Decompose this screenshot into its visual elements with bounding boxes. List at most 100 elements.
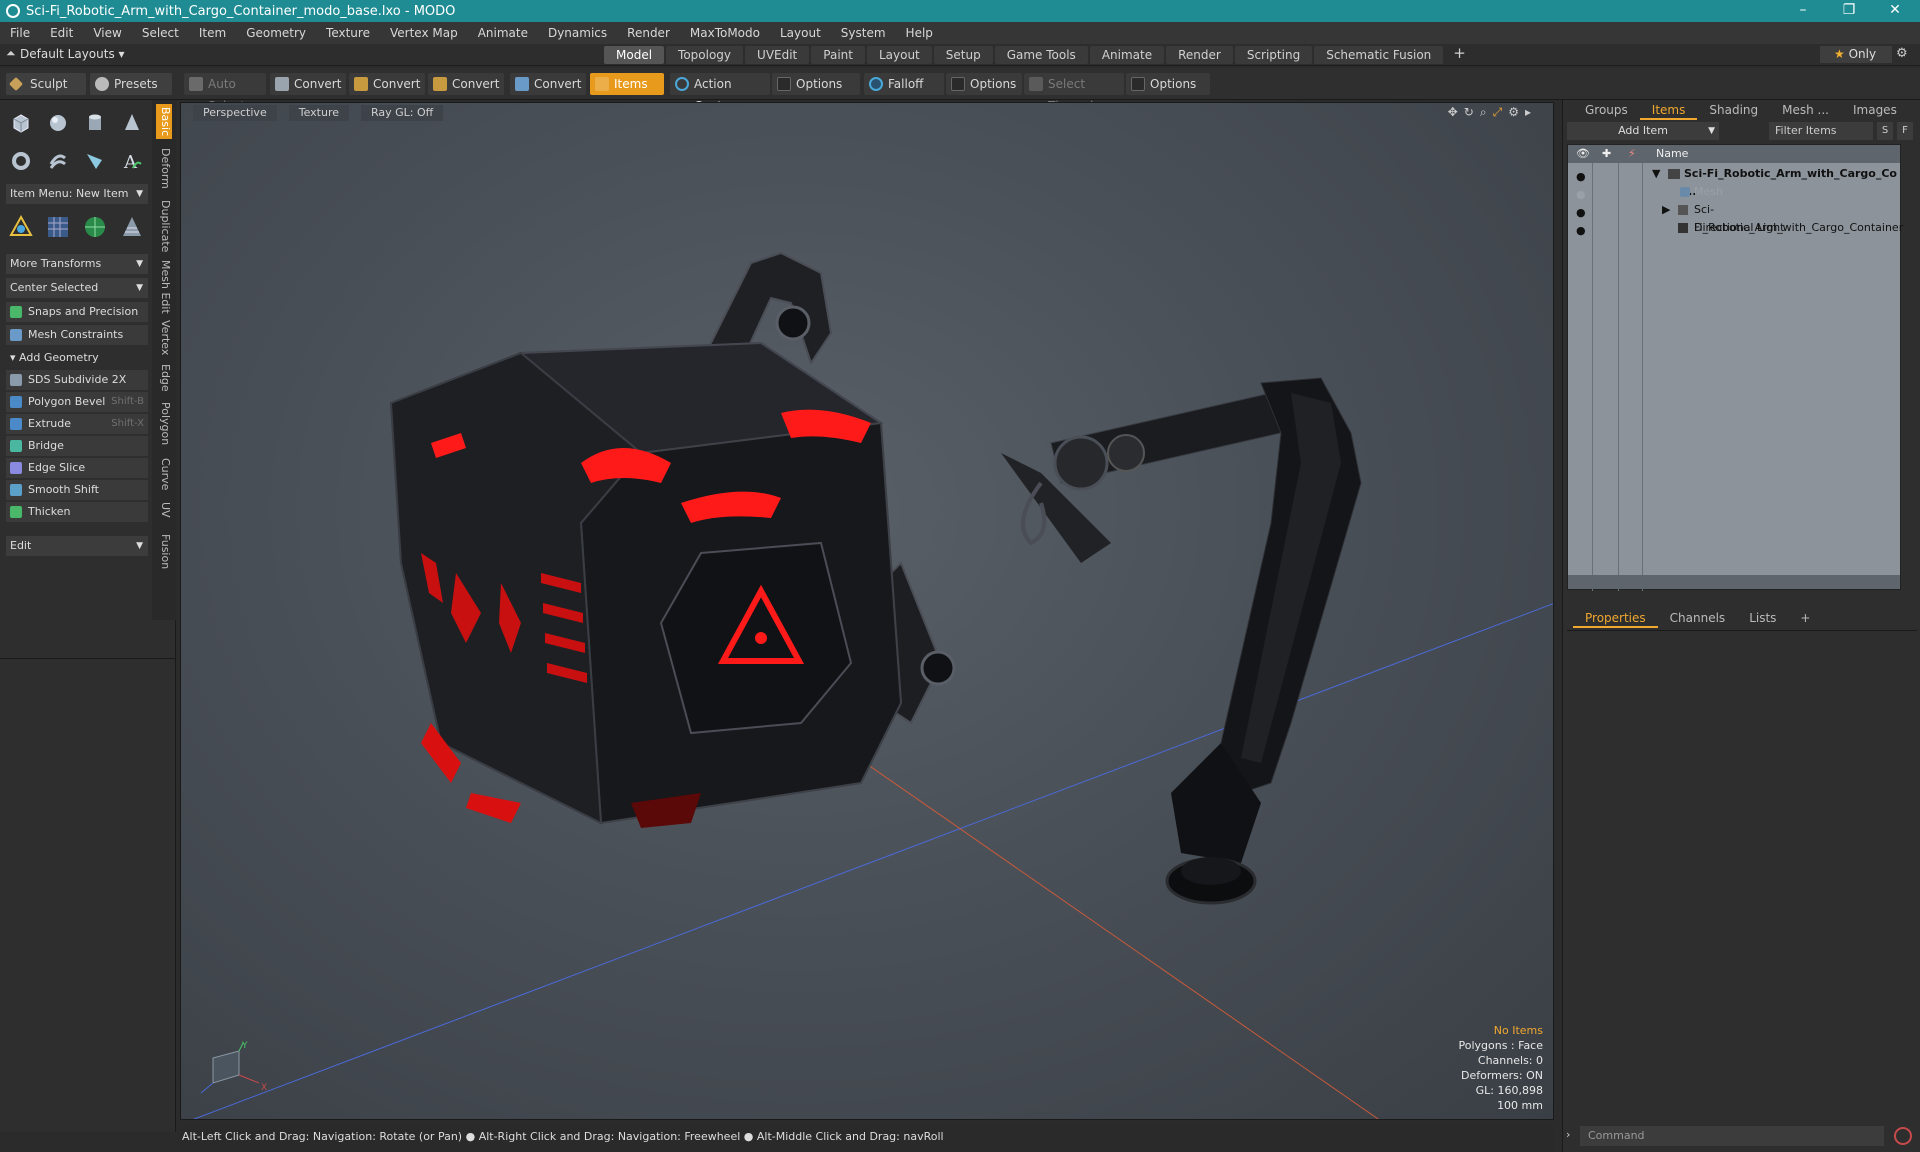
add-tab-button[interactable]: + xyxy=(1788,608,1822,628)
vtab-basic[interactable]: Basic xyxy=(156,104,172,140)
sphere-tool-icon[interactable] xyxy=(43,108,73,138)
sculpt-button[interactable]: Sculpt xyxy=(6,73,86,95)
presets-button[interactable]: Presets F6 xyxy=(90,73,172,113)
expand-arrow-icon[interactable]: ▼ xyxy=(1652,165,1660,183)
vtab-curve[interactable]: Curve xyxy=(156,458,172,490)
add-tab-button[interactable]: + xyxy=(1445,46,1474,64)
vtab-edge[interactable]: Edge xyxy=(156,364,172,392)
add-geometry-header[interactable]: ▾ Add Geometry xyxy=(6,348,148,368)
record-icon[interactable] xyxy=(1894,1127,1912,1145)
edit-dropdown[interactable]: Edit ▼ xyxy=(6,536,148,556)
globe-tool-icon[interactable] xyxy=(80,212,110,242)
expand-arrow-icon[interactable]: ▶ xyxy=(1662,201,1670,219)
tab-model[interactable]: Model xyxy=(604,46,665,64)
tab-setup[interactable]: Setup xyxy=(933,46,993,64)
tab-animate[interactable]: Animate xyxy=(1089,46,1165,64)
tab-scripting[interactable]: Scripting xyxy=(1234,46,1313,64)
menu-animate[interactable]: Animate xyxy=(468,26,538,40)
minimize-button[interactable]: – xyxy=(1780,0,1826,22)
snaps-precision-button[interactable]: Snaps and Precision xyxy=(6,302,148,322)
locator-tool-icon[interactable] xyxy=(6,212,36,242)
vtab-polygon[interactable]: Polygon xyxy=(156,402,172,445)
tab-game-tools[interactable]: Game Tools xyxy=(994,46,1088,64)
layout-collapse-icon[interactable]: ⏶ xyxy=(6,46,16,61)
command-input[interactable]: Command xyxy=(1580,1126,1884,1146)
menu-layout[interactable]: Layout xyxy=(770,26,831,40)
center-selected-dropdown[interactable]: Center Selected ▼ xyxy=(6,278,148,298)
default-layouts-dropdown[interactable]: Default Layouts ▾ xyxy=(20,47,125,61)
menu-vertex-map[interactable]: Vertex Map xyxy=(380,26,468,40)
bridge-button[interactable]: Bridge xyxy=(6,436,148,456)
action-center-button[interactable]: Action Center xyxy=(670,73,770,113)
text-tool-icon[interactable]: A xyxy=(117,146,147,176)
menu-edit[interactable]: Edit xyxy=(40,26,83,40)
close-button[interactable]: ✕ xyxy=(1872,0,1918,22)
auto-select-button[interactable]: Auto Select xyxy=(184,73,266,113)
tab-channels[interactable]: Channels xyxy=(1658,608,1738,628)
tab-items[interactable]: Items xyxy=(1639,100,1698,120)
cylinder-tool-icon[interactable] xyxy=(80,108,110,138)
convert-polygons-button[interactable]: Convert xyxy=(428,73,504,95)
horizontal-scrollbar[interactable] xyxy=(1568,575,1900,589)
tab-mesh[interactable]: Mesh ... xyxy=(1770,100,1841,120)
eye-icon[interactable]: ● xyxy=(1576,186,1588,201)
tab-lists[interactable]: Lists xyxy=(1737,608,1788,628)
menu-view[interactable]: View xyxy=(83,26,131,40)
item-row-scene[interactable]: ● ▼ Sci-Fi_Robotic_Arm_with_Cargo_Co ... xyxy=(1568,165,1900,198)
vtab-duplicate[interactable]: Duplicate xyxy=(156,200,172,252)
add-item-dropdown[interactable]: Add Item ▼ xyxy=(1567,122,1719,140)
tab-groups[interactable]: Groups xyxy=(1573,100,1640,120)
maximize-button[interactable]: ❐ xyxy=(1826,0,1872,22)
item-row-mesh[interactable]: ● Mesh xyxy=(1568,183,1900,201)
tab-shading[interactable]: Shading xyxy=(1697,100,1770,120)
grid-tool-icon[interactable] xyxy=(43,212,73,242)
eye-icon[interactable]: ● xyxy=(1576,222,1588,237)
convert-items-button[interactable]: Convert xyxy=(510,73,586,95)
menu-system[interactable]: System xyxy=(831,26,896,40)
vtab-deform[interactable]: Deform xyxy=(156,148,172,189)
filter-f-button[interactable]: F xyxy=(1897,122,1913,140)
menu-help[interactable]: Help xyxy=(896,26,943,40)
eye-icon[interactable]: ● xyxy=(1576,204,1588,219)
light-tool-icon[interactable] xyxy=(117,212,147,242)
vtab-vertex[interactable]: Vertex xyxy=(156,320,172,355)
tab-render[interactable]: Render xyxy=(1166,46,1233,64)
menu-dynamics[interactable]: Dynamics xyxy=(538,26,617,40)
eye-icon[interactable]: ● xyxy=(1576,168,1588,183)
select-through-button[interactable]: Select Through xyxy=(1024,73,1124,113)
item-menu-dropdown[interactable]: Item Menu: New Item ▼ xyxy=(6,184,148,204)
menu-select[interactable]: Select xyxy=(132,26,189,40)
menu-geometry[interactable]: Geometry xyxy=(236,26,316,40)
vtab-uv[interactable]: UV xyxy=(156,502,172,518)
tab-schematic-fusion[interactable]: Schematic Fusion xyxy=(1314,46,1444,64)
falloff-button[interactable]: Falloff xyxy=(864,73,944,95)
falloff-options-button[interactable]: Options xyxy=(946,73,1022,95)
tab-images[interactable]: Images xyxy=(1841,100,1909,120)
smooth-shift-button[interactable]: Smooth Shift xyxy=(6,480,148,500)
thicken-button[interactable]: Thicken xyxy=(6,502,148,522)
tab-paint[interactable]: Paint xyxy=(811,46,865,64)
extrude-button[interactable]: Extrude Shift-X xyxy=(6,414,148,434)
tab-topology[interactable]: Topology xyxy=(666,46,744,64)
pen-tool-icon[interactable] xyxy=(80,146,110,176)
cone-tool-icon[interactable] xyxy=(117,108,147,138)
torus-tool-icon[interactable] xyxy=(6,146,36,176)
menu-item[interactable]: Item xyxy=(189,26,236,40)
command-expand-icon[interactable]: › xyxy=(1566,1128,1570,1141)
tab-layout[interactable]: Layout xyxy=(866,46,932,64)
mesh-constraints-button[interactable]: Mesh Constraints xyxy=(6,325,148,345)
polygon-bevel-button[interactable]: Polygon Bevel Shift-B xyxy=(6,392,148,412)
menu-texture[interactable]: Texture xyxy=(316,26,380,40)
more-transforms-dropdown[interactable]: More Transforms ▼ xyxy=(6,254,148,274)
action-center-options-button[interactable]: Options xyxy=(772,73,860,95)
edge-slice-button[interactable]: Edge Slice xyxy=(6,458,148,478)
tab-properties[interactable]: Properties xyxy=(1573,608,1658,628)
items-mode-button[interactable]: Items xyxy=(590,73,664,95)
3d-viewport[interactable]: Perspective Texture Ray GL: Off ✥↻⌕⤢⚙▸ Y… xyxy=(180,102,1554,1120)
filter-items-input[interactable]: Filter Items xyxy=(1769,122,1873,140)
cube-tool-icon[interactable] xyxy=(6,108,36,138)
menu-maxtomodo[interactable]: MaxToModo xyxy=(680,26,770,40)
item-row-group[interactable]: ● ▶ Sci-Fi_Robotic_Arm_with_Cargo_Contai… xyxy=(1568,201,1903,234)
convert-vertices-button[interactable]: Convert xyxy=(270,73,346,95)
item-row-light[interactable]: ● Directional Light xyxy=(1568,219,1900,237)
